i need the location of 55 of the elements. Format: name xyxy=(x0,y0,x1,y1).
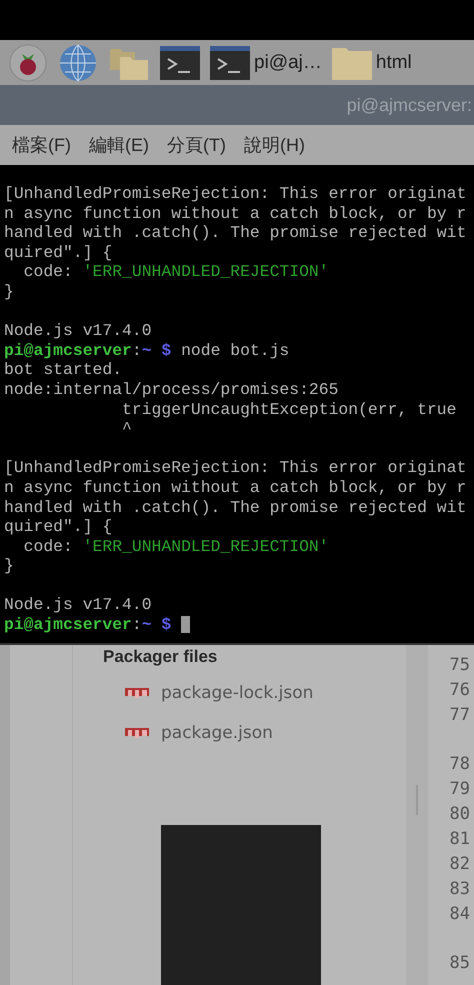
line-number: 83 xyxy=(450,878,470,901)
line-number: 76 xyxy=(450,679,470,702)
line-number: 85 xyxy=(450,952,470,975)
globe-icon[interactable] xyxy=(58,42,98,82)
prompt-user: pi@ajmcserver xyxy=(4,615,132,635)
terminal-line: ^ xyxy=(121,419,132,439)
section-heading: Packager files xyxy=(103,647,218,667)
string-literal: 'ERR_UNHANDLED_REJECTION' xyxy=(82,536,329,556)
terminal-text: code: xyxy=(22,536,74,556)
string-literal: 'ERR_UNHANDLED_REJECTION' xyxy=(82,262,329,282)
line-number: 81 xyxy=(450,828,470,851)
menu-item[interactable]: 編輯(E) xyxy=(88,133,149,157)
prompt-path: ~ $ xyxy=(142,615,172,635)
terminal-line: [UnhandledPromiseRejection: This error originat xyxy=(4,458,466,478)
terminal-line: quired".] { xyxy=(4,242,112,262)
line-number: 77 xyxy=(450,704,470,727)
line-number: 78 xyxy=(450,753,470,776)
terminal-line: } xyxy=(4,282,14,302)
terminal-text: node bot.js xyxy=(180,340,290,360)
window-title: pi@ajmcserver: xyxy=(346,94,472,116)
line-number: 84 xyxy=(450,903,470,926)
folder-icon[interactable] xyxy=(332,46,372,80)
line-number: 82 xyxy=(450,853,470,876)
terminal-line: } xyxy=(4,556,14,576)
line-number: 80 xyxy=(450,803,470,826)
terminal-line: n async function without a catch block, or by r xyxy=(4,478,466,498)
terminal-text: : xyxy=(132,340,142,360)
terminal-line: bot started. xyxy=(4,360,122,380)
npm-icon xyxy=(125,688,149,698)
line-number: 79 xyxy=(450,778,470,801)
taskbar-label[interactable]: pi@aj… xyxy=(254,52,322,74)
terminal-icon[interactable] xyxy=(210,46,250,80)
terminal-line: triggerUncaughtException(err, true xyxy=(121,400,456,420)
terminal-line: Node.js v17.4.0 xyxy=(4,595,152,616)
terminal-line: quired".] { xyxy=(4,517,112,537)
file-link[interactable]: package.json xyxy=(161,723,273,743)
file-link[interactable]: package-lock.json xyxy=(161,683,314,703)
menu-item[interactable]: 檔案(F) xyxy=(12,133,71,157)
terminal-line: Node.js v17.4.0 xyxy=(4,321,152,341)
npm-icon xyxy=(125,728,149,738)
terminal-line: handled with .catch(). The promise rejected wit xyxy=(4,223,466,243)
taskbar-label[interactable]: html xyxy=(376,52,412,74)
menu-item[interactable]: 說明(H) xyxy=(244,133,305,157)
terminal-line: node:internal/process/promises:265 xyxy=(4,380,338,400)
terminal-line: handled with .catch(). The promise rejected wit xyxy=(4,498,466,518)
raspberry-icon[interactable] xyxy=(8,42,48,82)
terminal-text: code: xyxy=(22,262,74,282)
terminal-line: n async function without a catch block, or by r xyxy=(4,204,466,224)
prompt-user: pi@ajmcserver xyxy=(4,340,132,360)
menu-item[interactable]: 分頁(T) xyxy=(166,133,226,157)
terminal-text: : xyxy=(132,615,142,635)
prompt-path: ~ $ xyxy=(142,340,172,360)
terminal-icon[interactable] xyxy=(160,46,200,80)
terminal-line: [UnhandledPromiseRejection: This error originat xyxy=(4,184,466,204)
line-number: 75 xyxy=(450,654,470,677)
